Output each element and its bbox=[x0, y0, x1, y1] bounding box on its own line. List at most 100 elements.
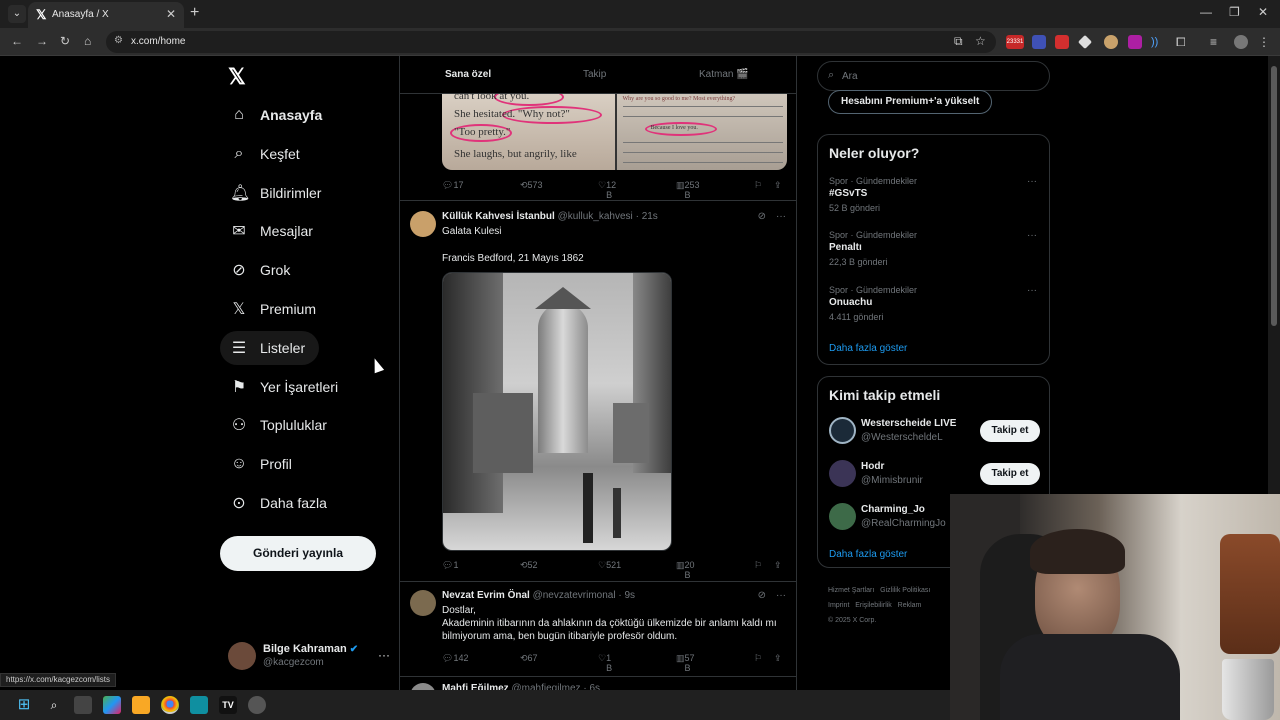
nav-item-bookmarks[interactable]: ⚑ Yer İşaretleri bbox=[220, 370, 352, 404]
app-icon[interactable] bbox=[190, 696, 208, 714]
views-button[interactable]: ▥ 253 B bbox=[676, 180, 700, 200]
minimize-icon[interactable]: — bbox=[1200, 5, 1212, 19]
repost-button[interactable]: ⟲ 573 bbox=[520, 180, 543, 191]
show-more-link[interactable]: Daha fazla göster bbox=[829, 549, 907, 560]
nav-item-more[interactable]: ⊙ Daha fazla bbox=[220, 486, 341, 520]
footer-link[interactable]: Reklam bbox=[898, 602, 922, 609]
more-dots-icon[interactable]: ··· bbox=[1027, 285, 1037, 296]
tweet-author-handle[interactable]: @nevzatevrimonal bbox=[533, 590, 616, 601]
extension-diamond-icon[interactable] bbox=[1077, 34, 1093, 50]
extensions-puzzle-icon[interactable]: ⧠ bbox=[1176, 35, 1190, 49]
more-dots-icon[interactable]: ··· bbox=[1027, 230, 1037, 241]
follow-button[interactable]: Takip et bbox=[980, 463, 1040, 485]
views-button[interactable]: ▥ 20 B bbox=[676, 560, 695, 580]
x-logo-icon[interactable]: 𝕏 bbox=[228, 64, 246, 90]
reload-icon[interactable]: ↻ bbox=[60, 34, 70, 48]
reply-button[interactable]: 💬︎ 1 bbox=[442, 560, 458, 571]
file-explorer-icon[interactable] bbox=[132, 696, 150, 714]
tab-following[interactable]: Takip bbox=[583, 69, 606, 80]
footer-link[interactable]: Erişilebilirlik bbox=[855, 602, 892, 609]
more-dots-icon[interactable]: ··· bbox=[776, 590, 786, 601]
post-button[interactable]: Gönderi yayınla bbox=[220, 536, 376, 571]
avatar[interactable] bbox=[829, 503, 856, 530]
follow-button[interactable]: Takip et bbox=[980, 420, 1040, 442]
grok-icon[interactable]: ⊘ bbox=[758, 590, 766, 601]
extension-badge[interactable]: 23331 bbox=[1006, 35, 1024, 49]
new-tab-icon[interactable]: + bbox=[190, 4, 199, 22]
extension-cookie-icon[interactable] bbox=[1104, 35, 1118, 49]
avatar[interactable] bbox=[410, 211, 436, 237]
tweet[interactable]: Küllük Kahvesi İstanbul @kulluk_kahvesi … bbox=[400, 200, 796, 581]
more-dots-icon[interactable]: ··· bbox=[378, 648, 390, 662]
share-icon[interactable]: ⇪ bbox=[774, 653, 782, 664]
browser-menu-icon[interactable]: ⋮ bbox=[1258, 35, 1272, 49]
task-view-icon[interactable] bbox=[74, 696, 92, 714]
window-close-icon[interactable]: ✕ bbox=[1258, 5, 1268, 19]
tweet-author-name[interactable]: Küllük Kahvesi İstanbul bbox=[442, 211, 555, 222]
copilot-icon[interactable] bbox=[103, 696, 121, 714]
reply-button[interactable]: 💬︎ 17 bbox=[442, 180, 463, 191]
share-icon[interactable]: ⇪ bbox=[774, 560, 782, 571]
tab-for-you[interactable]: Sana özel bbox=[445, 69, 491, 80]
back-icon[interactable]: ← bbox=[11, 34, 23, 48]
like-button[interactable]: ♡ 12 B bbox=[598, 180, 616, 200]
tab-list[interactable]: Katman 🎬 bbox=[699, 69, 749, 80]
like-button[interactable]: ♡ 521 bbox=[598, 560, 621, 571]
avatar[interactable] bbox=[410, 590, 436, 616]
tweet-media-book[interactable]: can't look at you. She hesitated. "Why n… bbox=[442, 94, 787, 170]
views-button[interactable]: ▥ 57 B bbox=[676, 653, 695, 673]
nav-item-communities[interactable]: ⚇ Topluluklar bbox=[220, 408, 341, 442]
site-info-icon[interactable]: ⚙ bbox=[114, 35, 123, 46]
bookmark-star-icon[interactable]: ☆ bbox=[975, 34, 986, 48]
adblock-extension-icon[interactable] bbox=[1055, 35, 1069, 49]
bookmark-icon[interactable]: ⚐ bbox=[754, 180, 762, 191]
scrollbar-thumb[interactable] bbox=[1271, 66, 1277, 326]
nav-item-explore[interactable]: ⌕ Keşfet bbox=[220, 137, 314, 171]
tweet-author-name[interactable]: Nevzat Evrim Önal bbox=[442, 590, 530, 601]
tweet-media-photo[interactable] bbox=[442, 272, 672, 551]
address-bar[interactable]: ⚙ x.com/home bbox=[106, 31, 996, 53]
browser-tab[interactable]: 𝕏 Anasayfa / X ✕ bbox=[28, 2, 184, 28]
share-icon[interactable]: ⇪ bbox=[774, 180, 782, 191]
avatar[interactable] bbox=[829, 417, 856, 444]
nav-item-grok[interactable]: ⊘ Grok bbox=[220, 253, 304, 287]
like-button[interactable]: ♡ 1 B bbox=[598, 653, 612, 673]
chrome-icon[interactable] bbox=[161, 696, 179, 714]
footer-link[interactable]: Imprint bbox=[828, 602, 849, 609]
search-icon[interactable]: ⌕ bbox=[45, 696, 63, 714]
windows-start-icon[interactable]: ⊞ bbox=[15, 696, 33, 714]
nav-item-profile[interactable]: ☺ Profil bbox=[220, 447, 306, 481]
tab-close-icon[interactable]: ✕ bbox=[166, 7, 176, 21]
reading-list-icon[interactable]: ≡ bbox=[1210, 35, 1224, 49]
forward-icon[interactable]: → bbox=[36, 34, 48, 48]
reply-button[interactable]: 💬︎ 142 bbox=[442, 653, 468, 664]
extension-audio-icon[interactable]: )) bbox=[1151, 35, 1165, 49]
footer-link[interactable]: Hizmet Şartları bbox=[828, 587, 874, 594]
tab-search-dropdown-icon[interactable]: ⌄ bbox=[8, 5, 26, 23]
maximize-icon[interactable]: ❐ bbox=[1229, 5, 1240, 19]
home-icon[interactable]: ⌂ bbox=[84, 34, 91, 48]
nav-item-premium[interactable]: 𝕏 Premium bbox=[220, 292, 330, 326]
extension-purple-icon[interactable] bbox=[1128, 35, 1142, 49]
tweet-author-handle[interactable]: @kulluk_kahvesi bbox=[558, 211, 633, 222]
tweet[interactable]: Nevzat Evrim Önal @nevzatevrimonal · 9s … bbox=[400, 581, 796, 681]
translate-extension-icon[interactable] bbox=[1032, 35, 1046, 49]
nav-item-home[interactable]: ⌂ Anasayfa bbox=[220, 98, 336, 132]
app-badge-icon[interactable] bbox=[248, 696, 266, 714]
grok-icon[interactable]: ⊘ bbox=[758, 211, 766, 222]
show-more-link[interactable]: Daha fazla göster bbox=[829, 343, 907, 354]
footer-link[interactable]: Gizlilik Politikası bbox=[880, 587, 930, 594]
install-app-icon[interactable]: ⧉ bbox=[954, 34, 963, 49]
upgrade-premium-button[interactable]: Hesabını Premium+'a yükselt bbox=[828, 90, 993, 114]
profile-avatar-icon[interactable] bbox=[1234, 35, 1248, 49]
bookmark-icon[interactable]: ⚐ bbox=[754, 653, 762, 664]
account-switcher[interactable]: Bilge Kahraman ✔ @kacgezcom ··· bbox=[228, 640, 400, 674]
tweet-time[interactable]: 21s bbox=[642, 211, 658, 222]
nav-item-messages[interactable]: ✉ Mesajlar bbox=[220, 214, 327, 248]
more-dots-icon[interactable]: ··· bbox=[776, 211, 786, 222]
avatar[interactable] bbox=[829, 460, 856, 487]
nav-item-notifications[interactable]: 🔔︎ Bildirimler bbox=[220, 176, 335, 210]
tradingview-icon[interactable]: TV bbox=[219, 696, 237, 714]
tweet-time[interactable]: 9s bbox=[624, 590, 635, 601]
bookmark-icon[interactable]: ⚐ bbox=[754, 560, 762, 571]
